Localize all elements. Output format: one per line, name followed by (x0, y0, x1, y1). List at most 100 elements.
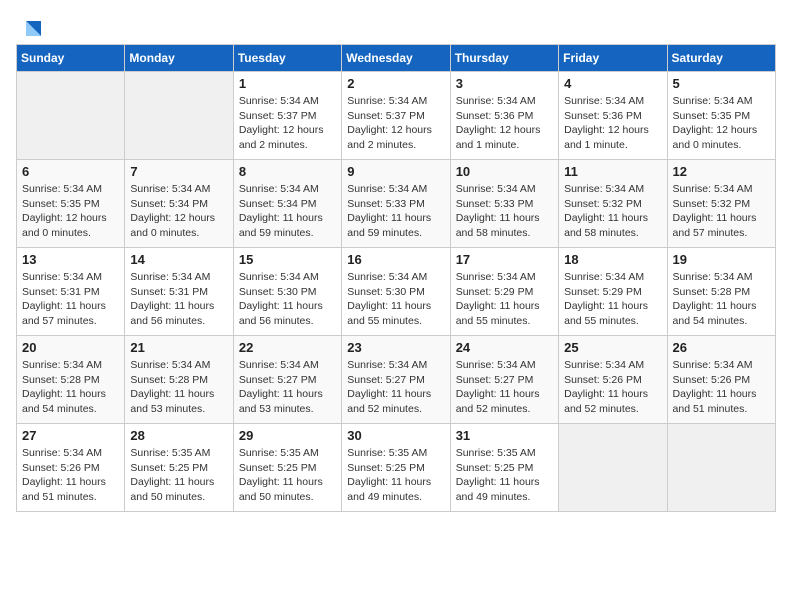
day-info: Sunrise: 5:35 AM Sunset: 5:25 PM Dayligh… (347, 446, 444, 505)
day-number: 15 (239, 252, 336, 267)
day-number: 18 (564, 252, 661, 267)
day-number: 21 (130, 340, 227, 355)
day-number: 8 (239, 164, 336, 179)
calendar-week-row: 13 Sunrise: 5:34 AM Sunset: 5:31 PM Dayli… (17, 248, 776, 336)
day-info: Sunrise: 5:34 AM Sunset: 5:26 PM Dayligh… (22, 446, 119, 505)
day-number: 20 (22, 340, 119, 355)
day-number: 5 (673, 76, 770, 91)
calendar-cell (559, 424, 667, 512)
calendar-cell: 21 Sunrise: 5:34 AM Sunset: 5:28 PM Dayli… (125, 336, 233, 424)
day-info: Sunrise: 5:34 AM Sunset: 5:29 PM Dayligh… (456, 270, 553, 329)
calendar-cell: 10 Sunrise: 5:34 AM Sunset: 5:33 PM Dayli… (450, 160, 558, 248)
day-number: 10 (456, 164, 553, 179)
day-info: Sunrise: 5:34 AM Sunset: 5:29 PM Dayligh… (564, 270, 661, 329)
day-info: Sunrise: 5:34 AM Sunset: 5:33 PM Dayligh… (347, 182, 444, 241)
day-info: Sunrise: 5:34 AM Sunset: 5:30 PM Dayligh… (347, 270, 444, 329)
day-number: 6 (22, 164, 119, 179)
calendar-cell: 22 Sunrise: 5:34 AM Sunset: 5:27 PM Dayli… (233, 336, 341, 424)
day-number: 11 (564, 164, 661, 179)
day-info: Sunrise: 5:34 AM Sunset: 5:34 PM Dayligh… (130, 182, 227, 241)
calendar-cell: 5 Sunrise: 5:34 AM Sunset: 5:35 PM Daylig… (667, 72, 775, 160)
day-number: 31 (456, 428, 553, 443)
day-number: 22 (239, 340, 336, 355)
day-info: Sunrise: 5:34 AM Sunset: 5:35 PM Dayligh… (673, 94, 770, 153)
day-info: Sunrise: 5:35 AM Sunset: 5:25 PM Dayligh… (456, 446, 553, 505)
column-header-monday: Monday (125, 45, 233, 72)
day-number: 27 (22, 428, 119, 443)
calendar-cell (17, 72, 125, 160)
day-info: Sunrise: 5:34 AM Sunset: 5:32 PM Dayligh… (673, 182, 770, 241)
calendar-cell: 12 Sunrise: 5:34 AM Sunset: 5:32 PM Dayli… (667, 160, 775, 248)
day-number: 30 (347, 428, 444, 443)
day-number: 4 (564, 76, 661, 91)
column-header-sunday: Sunday (17, 45, 125, 72)
calendar-cell: 13 Sunrise: 5:34 AM Sunset: 5:31 PM Dayli… (17, 248, 125, 336)
calendar-cell: 30 Sunrise: 5:35 AM Sunset: 5:25 PM Dayli… (342, 424, 450, 512)
day-number: 1 (239, 76, 336, 91)
calendar-cell: 17 Sunrise: 5:34 AM Sunset: 5:29 PM Dayli… (450, 248, 558, 336)
column-header-friday: Friday (559, 45, 667, 72)
day-info: Sunrise: 5:34 AM Sunset: 5:27 PM Dayligh… (456, 358, 553, 417)
day-info: Sunrise: 5:34 AM Sunset: 5:33 PM Dayligh… (456, 182, 553, 241)
day-number: 9 (347, 164, 444, 179)
calendar-week-row: 6 Sunrise: 5:34 AM Sunset: 5:35 PM Daylig… (17, 160, 776, 248)
day-info: Sunrise: 5:35 AM Sunset: 5:25 PM Dayligh… (130, 446, 227, 505)
calendar-cell: 19Sunrise: 5:34 AM Sunset: 5:28 PM Dayli… (667, 248, 775, 336)
column-header-thursday: Thursday (450, 45, 558, 72)
calendar-cell: 11 Sunrise: 5:34 AM Sunset: 5:32 PM Dayli… (559, 160, 667, 248)
calendar-cell: 14Sunrise: 5:34 AM Sunset: 5:31 PM Dayli… (125, 248, 233, 336)
day-number: 16 (347, 252, 444, 267)
column-header-wednesday: Wednesday (342, 45, 450, 72)
day-info: Sunrise: 5:34 AM Sunset: 5:34 PM Dayligh… (239, 182, 336, 241)
calendar-cell: 23 Sunrise: 5:34 AM Sunset: 5:27 PM Dayli… (342, 336, 450, 424)
calendar-cell: 16 Sunrise: 5:34 AM Sunset: 5:30 PM Dayli… (342, 248, 450, 336)
calendar-cell: 9 Sunrise: 5:34 AM Sunset: 5:33 PM Daylig… (342, 160, 450, 248)
calendar-cell: 2Sunrise: 5:34 AM Sunset: 5:37 PM Daylig… (342, 72, 450, 160)
calendar-cell: 29 Sunrise: 5:35 AM Sunset: 5:25 PM Dayli… (233, 424, 341, 512)
day-number: 13 (22, 252, 119, 267)
calendar-week-row: 1 Sunrise: 5:34 AM Sunset: 5:37 PM Daylig… (17, 72, 776, 160)
day-info: Sunrise: 5:34 AM Sunset: 5:27 PM Dayligh… (347, 358, 444, 417)
calendar-cell: 26 Sunrise: 5:34 AM Sunset: 5:26 PM Dayli… (667, 336, 775, 424)
day-info: Sunrise: 5:34 AM Sunset: 5:37 PM Dayligh… (239, 94, 336, 153)
calendar-cell: 31 Sunrise: 5:35 AM Sunset: 5:25 PM Dayli… (450, 424, 558, 512)
calendar-week-row: 20 Sunrise: 5:34 AM Sunset: 5:28 PM Dayli… (17, 336, 776, 424)
day-number: 25 (564, 340, 661, 355)
calendar-week-row: 27 Sunrise: 5:34 AM Sunset: 5:26 PM Dayli… (17, 424, 776, 512)
day-number: 23 (347, 340, 444, 355)
day-number: 17 (456, 252, 553, 267)
logo-icon (16, 16, 46, 36)
calendar-cell: 18 Sunrise: 5:34 AM Sunset: 5:29 PM Dayli… (559, 248, 667, 336)
day-number: 7 (130, 164, 227, 179)
day-info: Sunrise: 5:34 AM Sunset: 5:32 PM Dayligh… (564, 182, 661, 241)
day-info: Sunrise: 5:34 AM Sunset: 5:36 PM Dayligh… (456, 94, 553, 153)
calendar-cell: 28 Sunrise: 5:35 AM Sunset: 5:25 PM Dayli… (125, 424, 233, 512)
calendar-cell: 8 Sunrise: 5:34 AM Sunset: 5:34 PM Daylig… (233, 160, 341, 248)
day-info: Sunrise: 5:34 AM Sunset: 5:26 PM Dayligh… (564, 358, 661, 417)
day-info: Sunrise: 5:34 AM Sunset: 5:27 PM Dayligh… (239, 358, 336, 417)
day-info: Sunrise: 5:34 AM Sunset: 5:26 PM Dayligh… (673, 358, 770, 417)
calendar-cell (125, 72, 233, 160)
day-number: 29 (239, 428, 336, 443)
calendar-cell: 7 Sunrise: 5:34 AM Sunset: 5:34 PM Daylig… (125, 160, 233, 248)
logo (16, 16, 50, 36)
day-info: Sunrise: 5:35 AM Sunset: 5:25 PM Dayligh… (239, 446, 336, 505)
calendar-cell (667, 424, 775, 512)
calendar-cell: 27 Sunrise: 5:34 AM Sunset: 5:26 PM Dayli… (17, 424, 125, 512)
day-info: Sunrise: 5:34 AM Sunset: 5:37 PM Dayligh… (347, 94, 444, 153)
day-info: Sunrise: 5:34 AM Sunset: 5:36 PM Dayligh… (564, 94, 661, 153)
calendar-cell: 24Sunrise: 5:34 AM Sunset: 5:27 PM Dayli… (450, 336, 558, 424)
day-info: Sunrise: 5:34 AM Sunset: 5:31 PM Dayligh… (22, 270, 119, 329)
day-number: 26 (673, 340, 770, 355)
day-info: Sunrise: 5:34 AM Sunset: 5:28 PM Dayligh… (130, 358, 227, 417)
calendar-cell: 15 Sunrise: 5:34 AM Sunset: 5:30 PM Dayli… (233, 248, 341, 336)
day-info: Sunrise: 5:34 AM Sunset: 5:35 PM Dayligh… (22, 182, 119, 241)
day-number: 3 (456, 76, 553, 91)
calendar-header-row: SundayMondayTuesdayWednesdayThursdayFrid… (17, 45, 776, 72)
day-info: Sunrise: 5:34 AM Sunset: 5:28 PM Dayligh… (673, 270, 770, 329)
day-number: 12 (673, 164, 770, 179)
day-info: Sunrise: 5:34 AM Sunset: 5:30 PM Dayligh… (239, 270, 336, 329)
day-number: 28 (130, 428, 227, 443)
calendar-cell: 20Sunrise: 5:34 AM Sunset: 5:28 PM Dayli… (17, 336, 125, 424)
calendar-cell: 25 Sunrise: 5:34 AM Sunset: 5:26 PM Dayli… (559, 336, 667, 424)
